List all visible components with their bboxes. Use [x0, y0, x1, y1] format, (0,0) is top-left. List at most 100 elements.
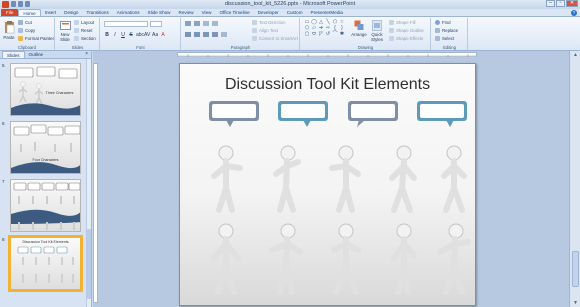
arc-icon[interactable]: ⌒ — [332, 32, 338, 37]
panel-scrollbar[interactable] — [86, 59, 91, 307]
text-direction-button[interactable]: Text Direction — [252, 20, 286, 25]
stick-figure[interactable] — [202, 222, 250, 298]
scroll-thumb[interactable] — [572, 251, 579, 287]
tab-insert[interactable]: Insert — [41, 9, 61, 16]
tab-presentermedia[interactable]: PresenterMedia — [307, 9, 347, 16]
justify-icon[interactable] — [212, 32, 218, 37]
tab-office-timeline[interactable]: Office Timeline — [215, 9, 253, 16]
find-button[interactable]: Find — [435, 20, 451, 25]
rounded-rectangle-icon[interactable]: ▢ — [304, 32, 310, 37]
tab-slide-show[interactable]: Slide Show — [144, 9, 175, 16]
numbering-icon[interactable] — [194, 21, 200, 26]
quick-styles-button[interactable]: Quick Styles — [369, 20, 385, 42]
align-right-icon[interactable] — [203, 32, 209, 37]
scroll-down-icon[interactable]: ▼ — [572, 300, 579, 306]
align-text-button[interactable]: Align Text — [252, 28, 278, 33]
tab-transitions[interactable]: Transitions — [82, 9, 112, 16]
capsule-icon[interactable]: ⬭ — [311, 32, 317, 37]
panel-close-icon[interactable]: × — [85, 51, 88, 58]
font-color-button[interactable]: A — [160, 32, 166, 38]
strikethrough-button[interactable]: S — [128, 32, 134, 38]
underline-button[interactable]: U — [120, 32, 126, 38]
tab-animations[interactable]: Animations — [113, 9, 144, 16]
slide-thumbnail-selected[interactable]: Discussion Tool Kit Elements — [8, 235, 83, 292]
section-button[interactable]: Section — [74, 36, 96, 41]
shapes-gallery[interactable]: ▭ ◯ △ ╲ ⬠ ☆ ⬡ ▱ ➔ ⇨ { } ▢ ⬭ ◸ ↺ ⌒ ✱ — [304, 20, 345, 37]
cut-button[interactable]: Cut — [18, 20, 32, 25]
shape-fill-button[interactable]: Shape Fill — [389, 20, 416, 25]
close-button[interactable]: ✕ — [566, 0, 578, 7]
select-button[interactable]: Select — [435, 36, 454, 41]
corner-icon[interactable]: ◸ — [318, 32, 324, 37]
speech-bubble[interactable] — [347, 100, 399, 128]
paste-button[interactable]: Paste — [2, 20, 16, 40]
help-icon[interactable]: ? — [571, 9, 577, 16]
replace-button[interactable]: Replace — [435, 28, 458, 33]
font-label: Font — [136, 45, 145, 50]
stick-figure[interactable] — [202, 144, 250, 216]
scroll-up-icon[interactable]: ▲ — [572, 52, 579, 58]
section-icon — [74, 36, 79, 41]
tab-outline[interactable]: Outline — [25, 51, 48, 58]
tab-custom[interactable]: Custom — [283, 9, 307, 16]
convert-smartart-button[interactable]: Convert to SmartArt — [252, 36, 298, 41]
stick-figure[interactable] — [380, 144, 428, 216]
cursor-icon — [435, 36, 440, 41]
tab-file[interactable]: File — [1, 9, 19, 16]
tab-home[interactable]: Home — [18, 9, 41, 16]
slide-canvas[interactable]: Discussion Tool Kit Elements — [179, 63, 476, 306]
panel-scroll-thumb[interactable] — [87, 229, 91, 299]
stick-figure[interactable] — [430, 144, 476, 216]
minimize-button[interactable]: – — [546, 0, 555, 7]
curved-arrow-icon[interactable]: ↺ — [325, 32, 331, 37]
columns-icon[interactable] — [221, 32, 227, 37]
stick-figure[interactable] — [262, 222, 310, 298]
speech-bubble[interactable] — [277, 100, 329, 128]
burst-icon[interactable]: ✱ — [339, 32, 345, 37]
font-name-box[interactable] — [104, 21, 148, 27]
reset-icon — [74, 28, 79, 33]
stick-figure[interactable] — [380, 222, 428, 298]
change-case-button[interactable]: Aa — [152, 32, 158, 38]
tab-review[interactable]: Review — [175, 9, 198, 16]
maximize-button[interactable]: ▫ — [556, 0, 565, 7]
bullets-icon[interactable] — [185, 21, 191, 26]
italic-button[interactable]: I — [112, 32, 118, 38]
tab-design[interactable]: Design — [60, 9, 82, 16]
editing-group: Find Replace Select Editing — [432, 18, 468, 50]
slide-thumbnail[interactable] — [10, 179, 81, 232]
layout-button[interactable]: Layout — [74, 20, 94, 25]
speech-bubble[interactable] — [416, 100, 468, 128]
copy-button[interactable]: Copy — [18, 28, 35, 33]
align-left-icon[interactable] — [185, 32, 191, 37]
slide-thumbnail[interactable]: Three Characters — [10, 63, 81, 116]
stick-figure[interactable] — [322, 222, 370, 298]
list-buttons — [185, 21, 218, 26]
slide-thumbnail[interactable]: Four Characters — [10, 121, 81, 174]
brush-icon — [18, 36, 23, 41]
tab-slides[interactable]: Slides — [2, 51, 25, 58]
format-painter-button[interactable]: Format Painter — [18, 36, 54, 41]
shape-outline-button[interactable]: Shape Outline — [389, 28, 424, 33]
paragraph-label: Paragraph — [230, 45, 251, 50]
font-size-box[interactable] — [150, 21, 162, 27]
stick-figure[interactable] — [430, 222, 476, 298]
new-slide-button[interactable]: New Slide — [58, 20, 72, 42]
speech-bubble[interactable] — [208, 100, 260, 128]
shape-effects-button[interactable]: Shape Effects — [389, 36, 423, 41]
shadow-button[interactable]: abc — [136, 32, 144, 38]
slide-thumbnail-graphic — [17, 246, 74, 283]
reset-button[interactable]: Reset — [74, 28, 92, 33]
slide-title[interactable]: Discussion Tool Kit Elements — [180, 76, 475, 94]
arrange-button[interactable]: Arrange — [351, 20, 367, 37]
stick-figure[interactable] — [322, 144, 370, 216]
spacing-button[interactable]: AV — [144, 32, 150, 38]
stick-figure[interactable] — [262, 144, 310, 216]
increase-indent-icon[interactable] — [212, 21, 218, 26]
vertical-scrollbar[interactable]: ▲ ▼ — [569, 51, 580, 307]
align-center-icon[interactable] — [194, 32, 200, 37]
bold-button[interactable]: B — [104, 32, 110, 38]
tab-developer[interactable]: Developer — [254, 9, 283, 16]
decrease-indent-icon[interactable] — [203, 21, 209, 26]
tab-view[interactable]: View — [198, 9, 216, 16]
